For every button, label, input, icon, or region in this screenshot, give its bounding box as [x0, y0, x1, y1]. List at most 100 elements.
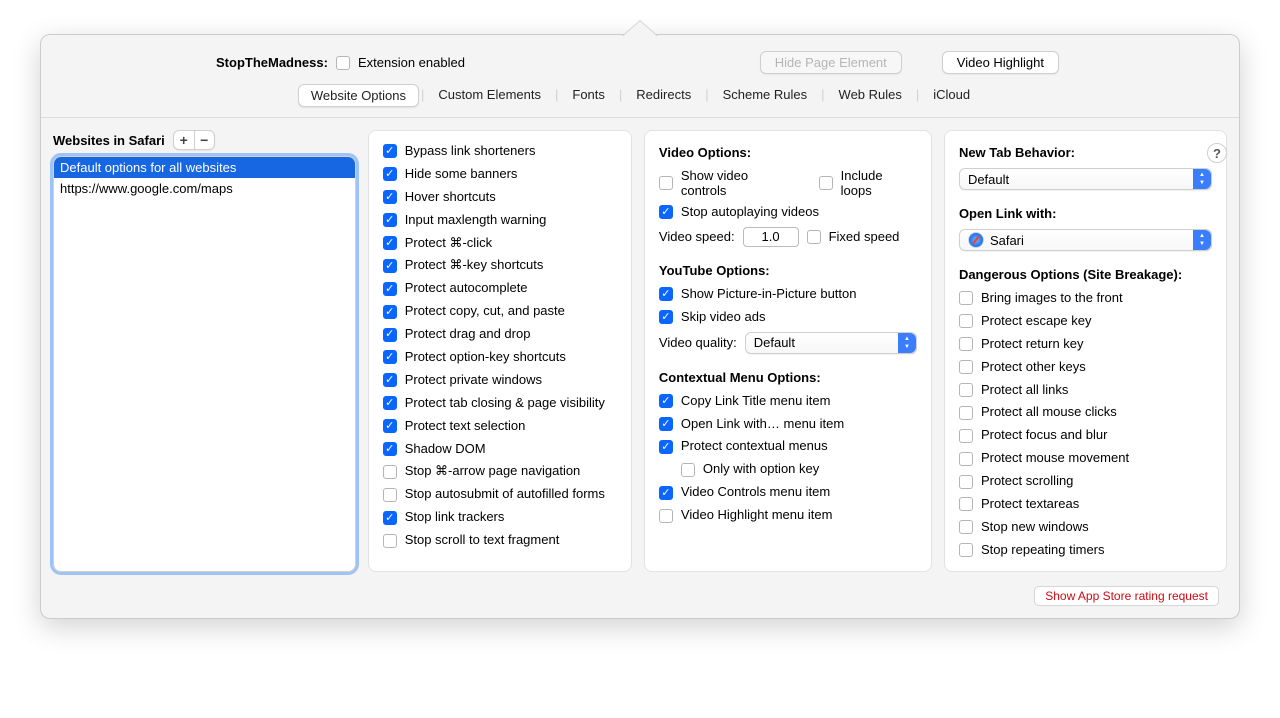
fixed-speed-checkbox[interactable]: Fixed speed: [807, 229, 900, 244]
checkbox-icon: ✓: [659, 486, 673, 500]
add-website-button[interactable]: +: [174, 131, 194, 149]
copy-link-title-checkbox[interactable]: ✓Copy Link Title menu item: [659, 393, 831, 410]
option-row: ✓Protect text selection: [383, 418, 617, 435]
tabs-bar: Website Options|Custom Elements|Fonts|Re…: [41, 84, 1239, 118]
option-checkbox[interactable]: Bring images to the front: [959, 290, 1123, 307]
option-checkbox[interactable]: ✓Protect copy, cut, and paste: [383, 303, 565, 320]
option-row: Protect all mouse clicks: [959, 404, 1212, 421]
help-button[interactable]: ?: [1207, 143, 1227, 163]
checkbox-icon: ✓: [383, 511, 397, 525]
option-checkbox[interactable]: Stop ⌘-arrow page navigation: [383, 463, 581, 480]
option-row: Protect scrolling: [959, 473, 1212, 490]
option-label: Stop repeating timers: [981, 542, 1105, 559]
tab-icloud[interactable]: iCloud: [921, 84, 982, 107]
checkbox-icon: ✓: [383, 167, 397, 181]
option-checkbox[interactable]: Protect mouse movement: [959, 450, 1129, 467]
pip-checkbox[interactable]: ✓ Show Picture-in-Picture button: [659, 286, 857, 303]
option-label: Stop autosubmit of autofilled forms: [405, 486, 605, 503]
list-item[interactable]: Default options for all websites: [54, 157, 355, 178]
option-checkbox[interactable]: Protect focus and blur: [959, 427, 1107, 444]
extension-enabled-checkbox[interactable]: Extension enabled: [336, 55, 465, 70]
rating-request-button[interactable]: Show App Store rating request: [1034, 586, 1219, 606]
option-row: Protect textareas: [959, 496, 1212, 513]
video-quality-select[interactable]: Default: [745, 332, 917, 354]
option-checkbox[interactable]: ✓Protect private windows: [383, 372, 542, 389]
option-checkbox[interactable]: ✓Protect option-key shortcuts: [383, 349, 566, 366]
option-checkbox[interactable]: ✓Input maxlength warning: [383, 212, 547, 229]
tab-redirects[interactable]: Redirects: [624, 84, 703, 107]
option-checkbox[interactable]: ✓Protect autocomplete: [383, 280, 528, 297]
option-checkbox[interactable]: ✓Stop link trackers: [383, 509, 505, 526]
skip-ads-checkbox[interactable]: ✓ Skip video ads: [659, 309, 766, 326]
option-row: ✓Protect drag and drop: [383, 326, 617, 343]
option-label: Protect return key: [981, 336, 1084, 353]
tab-scheme-rules[interactable]: Scheme Rules: [711, 84, 820, 107]
list-item[interactable]: https://www.google.com/maps: [54, 178, 355, 199]
only-option-checkbox[interactable]: Only with option key: [681, 461, 819, 478]
option-checkbox[interactable]: ✓Shadow DOM: [383, 441, 486, 458]
option-checkbox[interactable]: Protect all links: [959, 382, 1068, 399]
copy-link-title-label: Copy Link Title menu item: [681, 393, 831, 410]
option-checkbox[interactable]: Stop scroll to text fragment: [383, 532, 560, 549]
video-quality-label: Video quality:: [659, 335, 737, 350]
checkbox-icon: ✓: [659, 310, 673, 324]
option-checkbox[interactable]: ✓Protect text selection: [383, 418, 526, 435]
option-row: ✓Protect autocomplete: [383, 280, 617, 297]
skip-ads-label: Skip video ads: [681, 309, 766, 326]
checkbox-icon: [807, 230, 821, 244]
option-checkbox[interactable]: Protect return key: [959, 336, 1084, 353]
tab-custom-elements[interactable]: Custom Elements: [426, 84, 553, 107]
option-checkbox[interactable]: Protect all mouse clicks: [959, 404, 1117, 421]
option-checkbox[interactable]: Stop autosubmit of autofilled forms: [383, 486, 605, 503]
preferences-popover: StopTheMadness: Extension enabled Hide P…: [40, 34, 1240, 619]
footer: Show App Store rating request: [41, 580, 1239, 618]
option-checkbox[interactable]: Protect textareas: [959, 496, 1079, 513]
video-options-card: Video Options: Show video controls Inclu…: [644, 130, 932, 572]
stop-autoplay-checkbox[interactable]: ✓ Stop autoplaying videos: [659, 204, 819, 221]
open-link-select[interactable]: Safari: [959, 229, 1212, 251]
show-video-controls-checkbox[interactable]: Show video controls: [659, 168, 797, 198]
option-checkbox[interactable]: ✓Protect tab closing & page visibility: [383, 395, 605, 412]
option-row: Protect other keys: [959, 359, 1212, 376]
checkbox-icon: ✓: [383, 259, 397, 273]
option-label: Protect option-key shortcuts: [405, 349, 566, 366]
remove-website-button[interactable]: −: [194, 131, 214, 149]
video-highlight-button[interactable]: Video Highlight: [942, 51, 1059, 74]
protect-context-checkbox[interactable]: ✓Protect contextual menus: [659, 438, 828, 455]
option-checkbox[interactable]: ✓Protect drag and drop: [383, 326, 531, 343]
website-list[interactable]: Default options for all websiteshttps://…: [53, 156, 356, 572]
checkbox-icon: [681, 463, 695, 477]
open-link-title: Open Link with:: [959, 206, 1212, 221]
option-checkbox[interactable]: Protect escape key: [959, 313, 1092, 330]
video-controls-menu-checkbox[interactable]: ✓Video Controls menu item: [659, 484, 830, 501]
checkbox-icon: [659, 176, 673, 190]
option-checkbox[interactable]: ✓Protect ⌘-key shortcuts: [383, 257, 544, 274]
option-checkbox[interactable]: ✓Protect ⌘-click: [383, 235, 492, 252]
checkbox-icon: [819, 176, 833, 190]
option-checkbox[interactable]: Protect other keys: [959, 359, 1086, 376]
open-link-with-checkbox[interactable]: ✓Open Link with… menu item: [659, 416, 844, 433]
option-checkbox[interactable]: Stop repeating timers: [959, 542, 1105, 559]
tab-web-rules[interactable]: Web Rules: [827, 84, 914, 107]
checkbox-icon: [959, 337, 973, 351]
option-checkbox[interactable]: Stop new windows: [959, 519, 1089, 536]
option-row: ✓Protect ⌘-click: [383, 235, 617, 252]
show-video-controls-label: Show video controls: [681, 168, 797, 198]
option-checkbox[interactable]: ✓Hover shortcuts: [383, 189, 496, 206]
hide-page-element-button[interactable]: Hide Page Element: [760, 51, 902, 74]
option-row: ✓Hover shortcuts: [383, 189, 617, 206]
dangerous-title: Dangerous Options (Site Breakage):: [959, 267, 1212, 282]
checkbox-icon: [959, 475, 973, 489]
video-speed-input[interactable]: [743, 227, 799, 247]
option-checkbox[interactable]: ✓Hide some banners: [383, 166, 518, 183]
option-checkbox[interactable]: ✓Bypass link shorteners: [383, 143, 536, 160]
new-tab-select[interactable]: Default: [959, 168, 1212, 190]
checkbox-icon: [959, 291, 973, 305]
tab-website-options[interactable]: Website Options: [298, 84, 419, 107]
checkbox-icon: [959, 429, 973, 443]
video-highlight-menu-checkbox[interactable]: Video Highlight menu item: [659, 507, 833, 524]
tab-fonts[interactable]: Fonts: [560, 84, 617, 107]
option-row: Protect return key: [959, 336, 1212, 353]
option-checkbox[interactable]: Protect scrolling: [959, 473, 1073, 490]
include-loops-checkbox[interactable]: Include loops: [819, 168, 917, 198]
